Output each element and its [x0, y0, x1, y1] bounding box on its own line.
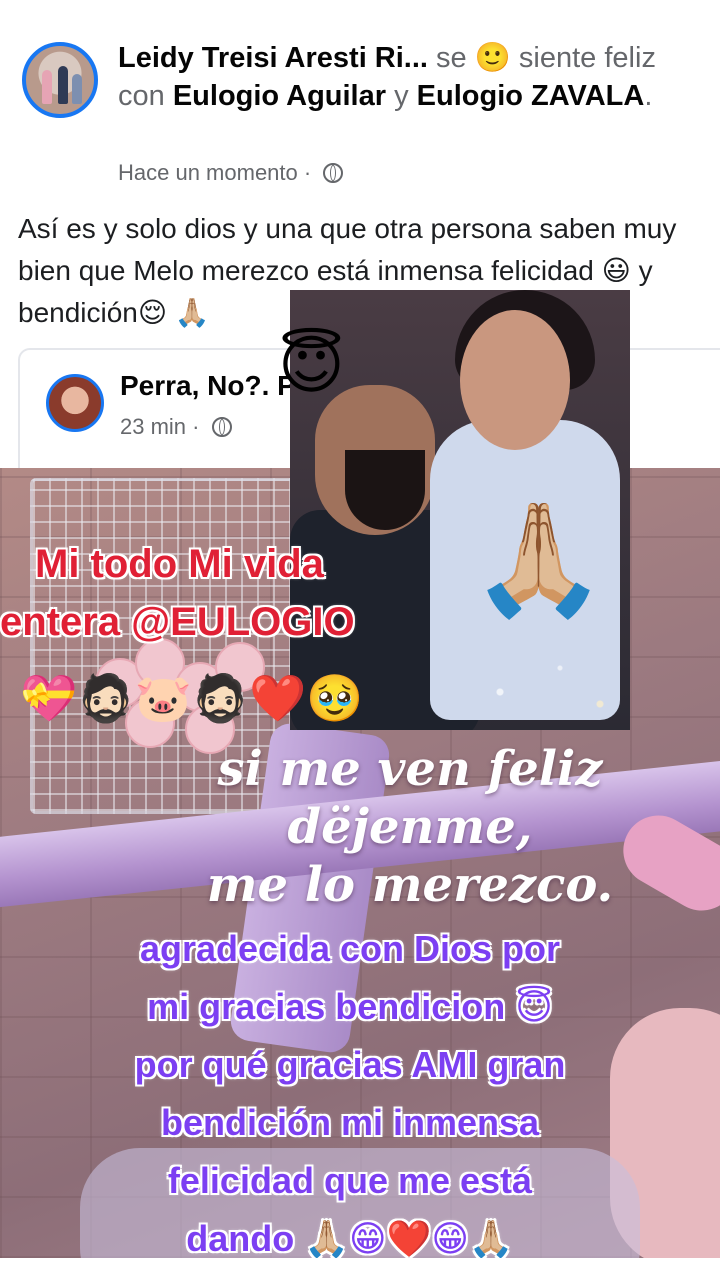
post-time[interactable]: Hace un momento — [118, 160, 298, 185]
purple-overlay-text: agradecida con Dios por mi gracias bendi… — [100, 920, 600, 1268]
script-line-1: si me ven feliz — [217, 741, 603, 797]
red-overlay-text: Mi todo Mi vida entera @EULOGIO — [0, 535, 430, 651]
red-text-line-2: entera @EULOGIO — [0, 600, 355, 644]
tagged-user-1[interactable]: Eulogio Aguilar — [173, 80, 386, 112]
script-caption: si me ven feliz dëjenme, me lo merezco. — [200, 740, 620, 914]
purple-text-line: felicidad que me está — [167, 1160, 533, 1201]
shared-avatar[interactable] — [46, 374, 104, 432]
woman-head — [460, 310, 570, 450]
connector-text: y — [394, 80, 409, 112]
purple-text-line: bendición mi inmensa — [160, 1102, 540, 1143]
praying-hands-sticker: 🙏🏼 — [470, 498, 607, 621]
man-beard — [345, 450, 425, 530]
emoji-row: 💝🧔🏻🐷🧔🏻❤️🥹 — [20, 672, 364, 724]
post-headline: Leidy Treisi Aresti Ri... se 🙂 siente fe… — [118, 38, 678, 115]
feeling-prefix: se — [436, 42, 467, 74]
purple-text-line: agradecida con Dios por — [139, 928, 561, 969]
script-line-2: dëjenme, — [287, 799, 533, 855]
feeling-text: siente — [518, 42, 597, 74]
script-line-3: me lo merezco. — [206, 857, 614, 913]
shared-time[interactable]: 23 min — [120, 414, 186, 439]
author-name[interactable]: Leidy Treisi Aresti Ri... — [118, 42, 428, 74]
bottom-bar — [0, 1258, 720, 1280]
purple-text-line: por qué gracias AMI gran — [134, 1044, 566, 1085]
shared-meta: 23 min · — [120, 414, 232, 440]
shared-separator: · — [192, 414, 200, 439]
purple-text-line: mi gracias bendicion 😇 — [147, 986, 553, 1027]
post-meta: Hace un momento · — [118, 160, 344, 186]
author-avatar[interactable] — [22, 42, 98, 118]
halo-face-sticker: 😇 — [278, 329, 345, 401]
headline-period: . — [644, 80, 653, 112]
globe-icon[interactable] — [211, 417, 232, 437]
globe-icon[interactable] — [323, 163, 344, 183]
meta-separator: · — [303, 160, 312, 185]
tagged-user-2[interactable]: Eulogio ZAVALA — [417, 80, 645, 112]
red-text-line-1: Mi todo Mi vida — [35, 542, 324, 586]
smile-icon: 🙂 — [474, 40, 511, 74]
sparkle-effect — [440, 620, 630, 730]
